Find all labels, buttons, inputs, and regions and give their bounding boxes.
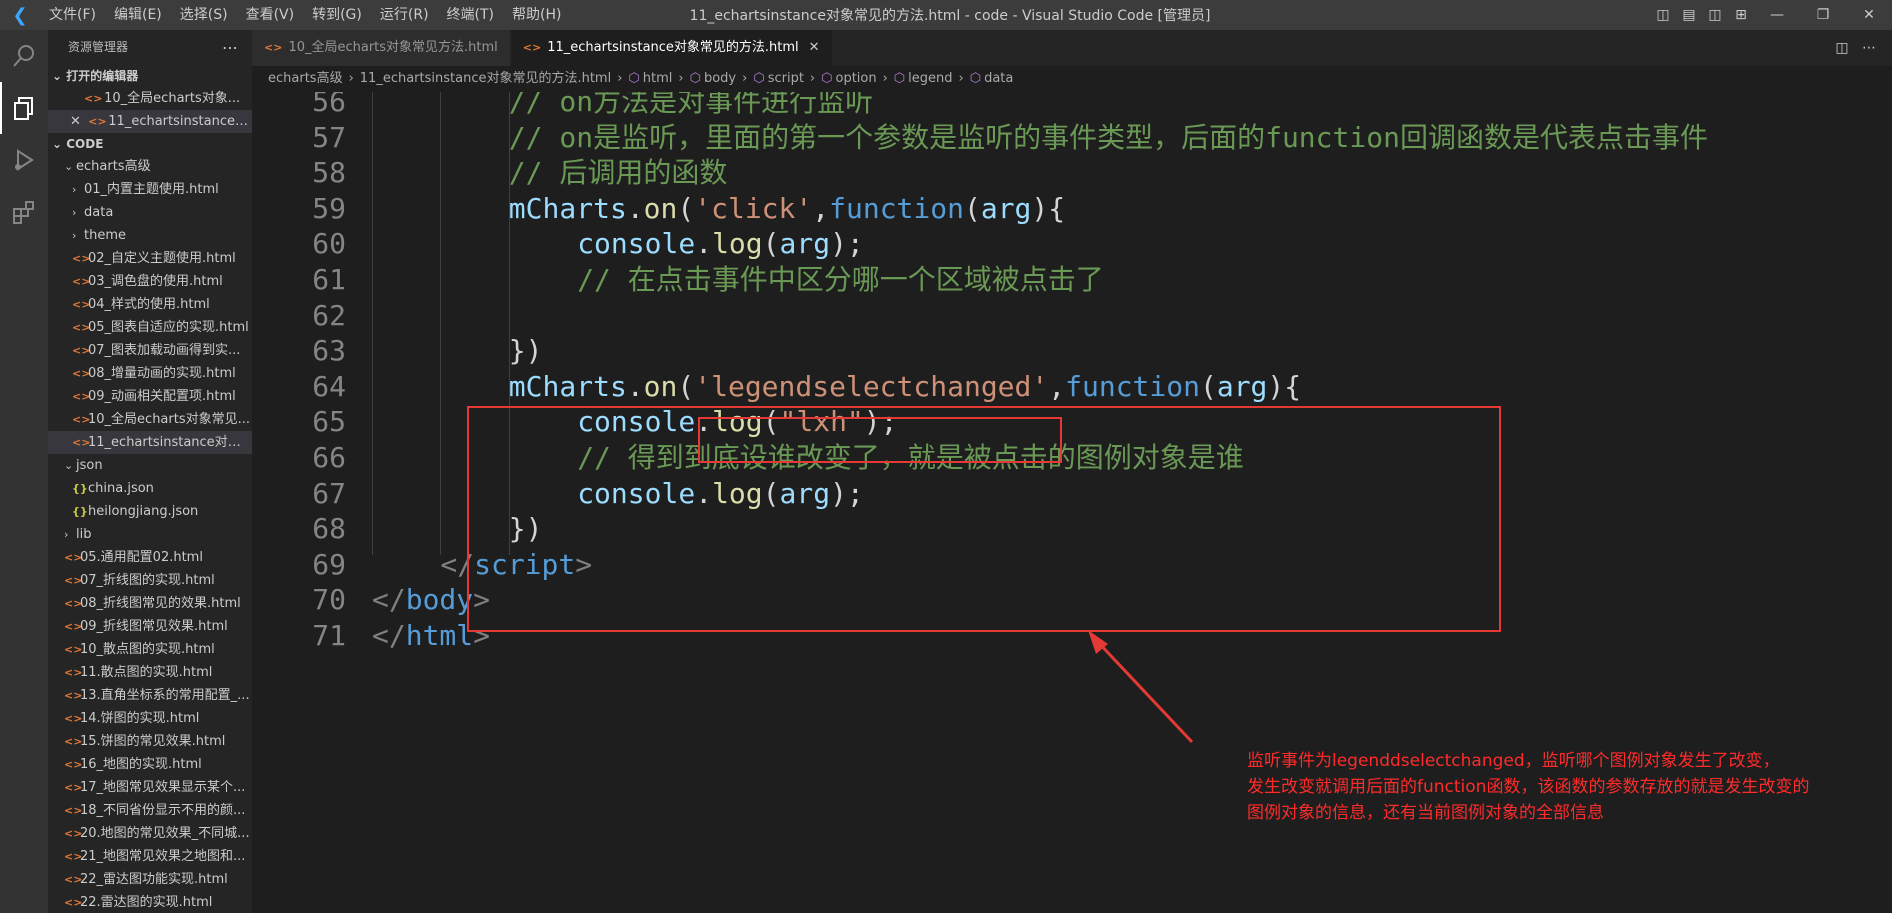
annotation-note: 监听事件为legenddselectchanged，监听哪个图例对象发生了改变，…: [1247, 748, 1887, 826]
annotation-line: 监听事件为legenddselectchanged，监听哪个图例对象发生了改变，: [1247, 751, 1780, 771]
annotation-line: 发生改变就调用后面的function函数，该函数的参数存放的就是发生改变的: [1247, 777, 1810, 797]
annotation-line: 图例对象的信息，还有当前图例对象的全部信息: [1247, 803, 1604, 823]
